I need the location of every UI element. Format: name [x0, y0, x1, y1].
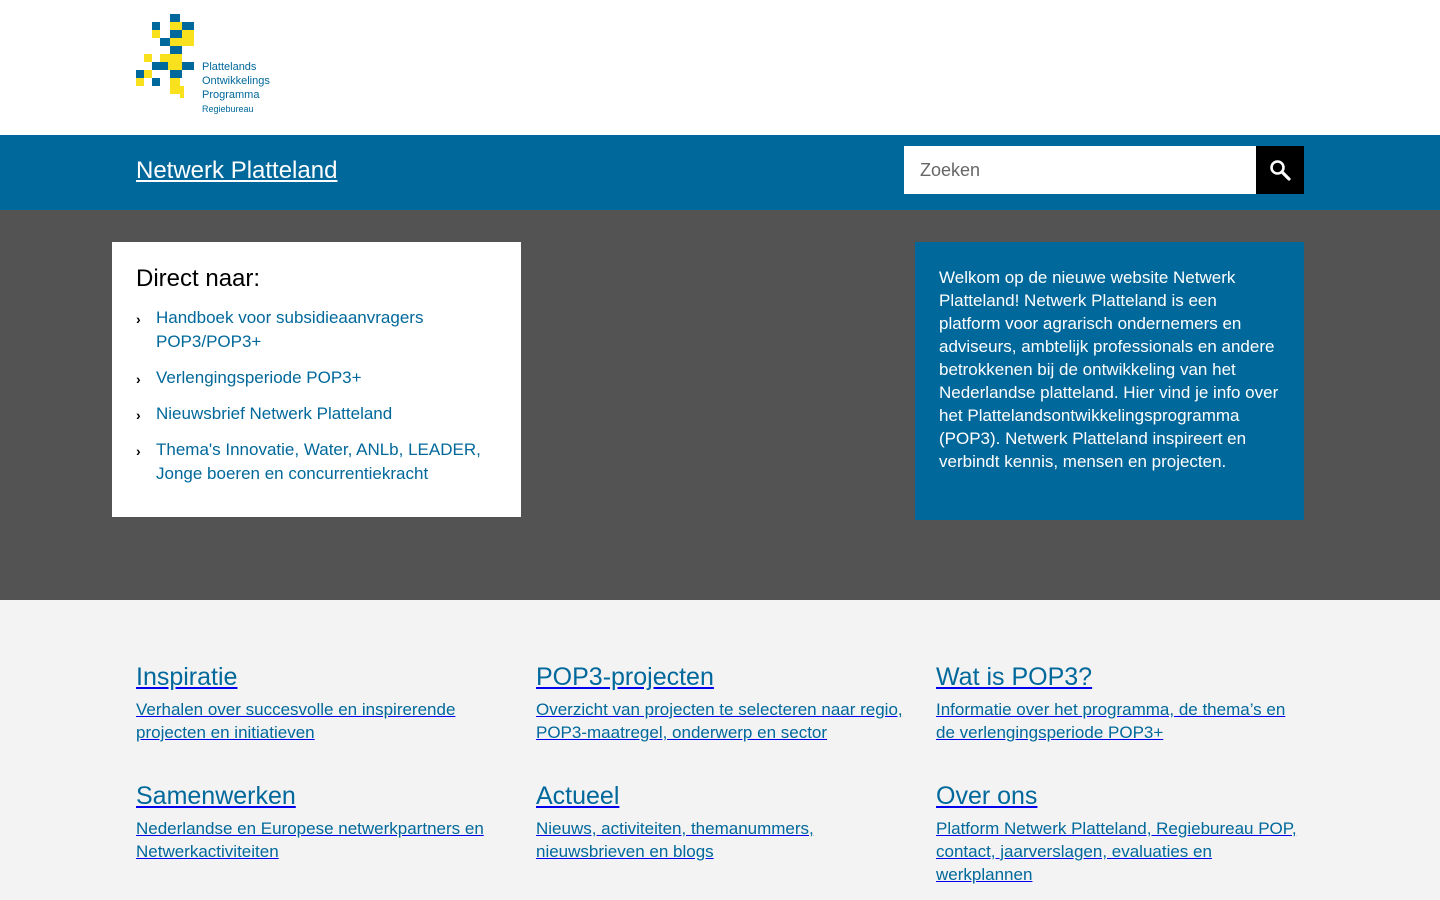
search-button[interactable]: [1256, 146, 1304, 194]
direct-link-label: Thema's Innovatie, Water, ANLb, LEADER, …: [156, 440, 481, 483]
logo-line-4: Regiebureau: [202, 104, 254, 114]
section-description: Nederlandse en Europese netwerkpartners …: [136, 819, 484, 861]
section-inspiratie[interactable]: Inspiratie Verhalen over succesvolle en …: [136, 662, 506, 744]
logo-line-3: Programma: [202, 89, 260, 101]
chevron-right-icon: ›: [136, 311, 141, 327]
chevron-right-icon: ›: [136, 371, 141, 387]
hero-section: Direct naar: › Handboek voor subsidieaan…: [0, 210, 1440, 600]
welcome-text: Welkom op de nieuwe website Netwerk Plat…: [939, 268, 1279, 471]
logo-text: Plattelands Ontwikkelings Programma Regi…: [202, 60, 270, 116]
direct-link-nieuwsbrief[interactable]: › Nieuwsbrief Netwerk Platteland: [136, 402, 497, 426]
section-description: Overzicht van projecten te selecteren na…: [536, 700, 903, 742]
top-header: Plattelands Ontwikkelings Programma Regi…: [0, 0, 1440, 135]
direct-link-themas[interactable]: › Thema's Innovatie, Water, ANLb, LEADER…: [136, 438, 497, 486]
site-logo[interactable]: Plattelands Ontwikkelings Programma Regi…: [136, 14, 286, 116]
section-description: Platform Netwerk Platteland, Regiebureau…: [936, 819, 1297, 884]
site-title-link[interactable]: Netwerk Platteland: [136, 157, 337, 185]
section-description: Verhalen over succesvolle en inspirerend…: [136, 700, 456, 742]
chevron-right-icon: ›: [136, 443, 141, 459]
section-wat-is-pop3[interactable]: Wat is POP3? Informatie over het program…: [936, 662, 1306, 744]
section-pop3-projecten[interactable]: POP3-projecten Overzicht van projecten t…: [536, 662, 906, 744]
section-description: Informatie over het programma, de thema’…: [936, 700, 1286, 742]
logo-line-2: Ontwikkelings: [202, 75, 270, 87]
sections-grid: Inspiratie Verhalen over succesvolle en …: [0, 600, 1440, 900]
section-title: Inspiratie: [136, 663, 238, 691]
section-title: Actueel: [536, 782, 620, 810]
section-title: POP3-projecten: [536, 663, 714, 691]
search-icon: [1270, 160, 1291, 181]
section-samenwerken[interactable]: Samenwerken Nederlandse en Europese netw…: [136, 781, 506, 863]
section-title: Wat is POP3?: [936, 663, 1093, 691]
section-description: Nieuws, activiteiten, themanummers, nieu…: [536, 819, 814, 861]
logo-mark-icon: [136, 14, 194, 98]
section-title: Samenwerken: [136, 782, 296, 810]
direct-links-list: › Handboek voor subsidieaanvragers POP3/…: [136, 306, 497, 486]
section-over-ons[interactable]: Over ons Platform Netwerk Platteland, Re…: [936, 781, 1306, 886]
direct-link-label: Verlengingsperiode POP3+: [156, 368, 362, 387]
direct-link-handboek[interactable]: › Handboek voor subsidieaanvragers POP3/…: [136, 306, 497, 354]
main-navbar: Netwerk Platteland: [0, 135, 1440, 210]
direct-links-title: Direct naar:: [136, 265, 261, 292]
direct-link-label: Handboek voor subsidieaanvragers POP3/PO…: [156, 308, 424, 351]
welcome-panel: Welkom op de nieuwe website Netwerk Plat…: [915, 242, 1304, 520]
logo-line-1: Plattelands: [202, 61, 257, 73]
section-title: Over ons: [936, 782, 1038, 810]
section-actueel[interactable]: Actueel Nieuws, activiteiten, themanumme…: [536, 781, 906, 863]
direct-links-panel: Direct naar: › Handboek voor subsidieaan…: [112, 242, 521, 517]
direct-link-verlengingsperiode[interactable]: › Verlengingsperiode POP3+: [136, 366, 497, 390]
search-form: [904, 146, 1304, 194]
chevron-right-icon: ›: [136, 407, 141, 423]
search-input[interactable]: [904, 146, 1256, 194]
direct-link-label: Nieuwsbrief Netwerk Platteland: [156, 404, 393, 423]
